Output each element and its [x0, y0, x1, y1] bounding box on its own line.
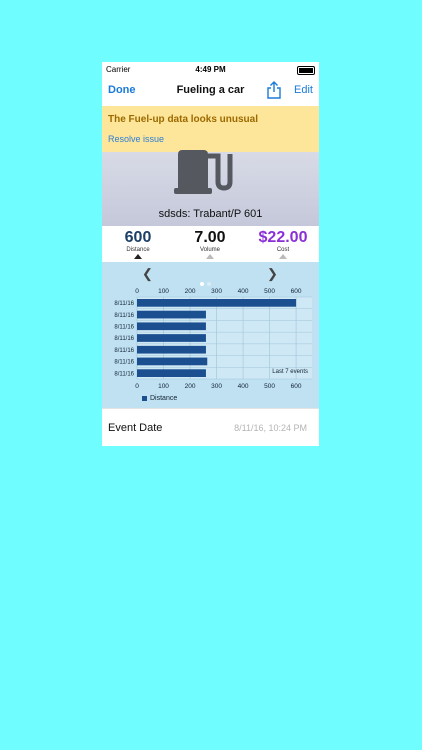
stat-volume-label: Volume [199, 247, 220, 253]
bar [137, 310, 206, 319]
x-tick-label-bottom: 300 [211, 383, 222, 390]
vehicle-name: sdsds: Trabant/P 601 [158, 208, 263, 220]
x-tick-label-bottom: 500 [264, 383, 275, 390]
bar [137, 322, 206, 331]
page-title: Fueling a car [176, 84, 245, 96]
x-tick-label-top: 300 [211, 288, 222, 295]
x-tick-label-bottom: 400 [238, 383, 249, 390]
x-tick-label-top: 400 [238, 288, 249, 295]
event-date-label: Event Date [108, 422, 163, 434]
marker-icon [206, 254, 214, 259]
warning-message: The Fuel-up data looks unusual [108, 114, 259, 125]
x-tick-label-bottom: 0 [135, 383, 139, 390]
event-date-value: 8/11/16, 10:24 PM [234, 423, 307, 433]
stat-volume[interactable]: 7.00 Volume [174, 229, 246, 259]
x-tick-label-top: 0 [135, 288, 139, 295]
bar [137, 357, 208, 366]
next-chart-icon[interactable]: ❯ [267, 266, 278, 282]
fuel-pump-icon [174, 150, 233, 194]
stat-distance-label: Distance [126, 247, 150, 253]
bar [137, 334, 206, 342]
edit-button[interactable]: Edit [294, 84, 313, 96]
category-label: 8/11/16 [114, 348, 134, 354]
stat-cost-label: Cost [276, 247, 290, 253]
warning-banner: The Fuel-up data looks unusual Resolve i… [102, 106, 319, 152]
x-tick-label-top: 200 [185, 288, 196, 295]
event-date-row[interactable]: Event Date 8/11/16, 10:24 PM [102, 408, 319, 446]
distance-bar-chart: 0 0 100 100 200 200 300 300 400 400 500 500 600 600 8/… [114, 288, 312, 390]
chart-panel: ❮ ❯ 0 0 100 100 200 200 300 300 400 400 500 500 600 6… [102, 262, 319, 408]
category-label: 8/11/16 [114, 301, 134, 307]
marker-icon [279, 254, 287, 259]
bar [137, 345, 206, 354]
category-label: 8/11/16 [114, 371, 134, 377]
x-tick-label-top: 500 [264, 288, 275, 295]
share-icon[interactable] [266, 81, 282, 99]
bar [137, 369, 206, 377]
chart-legend: Distance [142, 395, 177, 402]
category-label: 8/11/16 [114, 313, 134, 319]
battery-icon [297, 66, 315, 75]
x-tick-label-bottom: 600 [291, 383, 302, 390]
x-tick-label-bottom: 200 [185, 383, 196, 390]
x-tick-label-top: 600 [291, 288, 302, 295]
category-label: 8/11/16 [114, 360, 134, 366]
category-label: 8/11/16 [114, 336, 134, 342]
stat-distance-value: 600 [124, 229, 152, 246]
x-tick-label-top: 100 [158, 288, 169, 295]
stat-cost[interactable]: $22.00 Cost [247, 229, 319, 259]
bar [137, 299, 297, 307]
category-label: 8/11/16 [114, 324, 134, 330]
phone-screen: Carrier 4:49 PM Done Fueling a car Edit … [102, 62, 319, 446]
stat-distance[interactable]: 600 Distance [102, 229, 174, 259]
summary-stats: 600 Distance 7.00 Volume $22.00 Cost [102, 226, 319, 262]
resolve-issue-link[interactable]: Resolve issue [108, 134, 164, 144]
legend-swatch [142, 395, 147, 401]
stat-volume-value: 7.00 [194, 229, 226, 246]
status-bar: Carrier 4:49 PM [102, 62, 319, 76]
nav-bar: Done Fueling a car Edit [102, 76, 319, 106]
vehicle-header: sdsds: Trabant/P 601 [102, 150, 319, 226]
x-tick-label-bottom: 100 [158, 383, 169, 390]
selected-marker-icon [134, 254, 142, 259]
legend-label: Distance [150, 395, 178, 402]
previous-chart-icon[interactable]: ❮ [142, 266, 153, 282]
chart-annotation: Last 7 events [272, 369, 308, 375]
status-time: 4:49 PM [195, 65, 226, 74]
stat-cost-value: $22.00 [258, 229, 308, 246]
